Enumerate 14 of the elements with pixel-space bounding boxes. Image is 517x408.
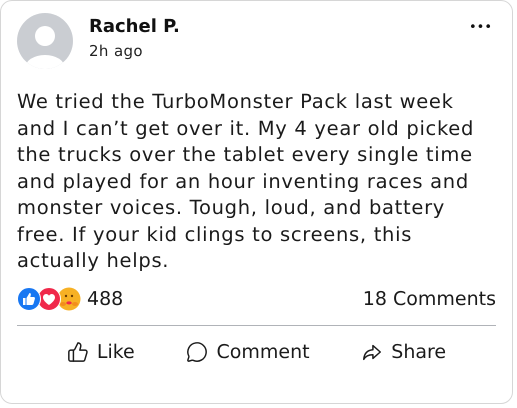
comment-count[interactable]: 18 Comments <box>362 284 496 313</box>
more-button[interactable]: ••• <box>468 21 492 34</box>
post-time: 2h ago <box>89 41 144 62</box>
share-button[interactable]: Share <box>353 334 454 370</box>
reaction-count[interactable]: 488 <box>87 284 124 313</box>
hug-emoji-icon <box>57 286 81 311</box>
like-button[interactable]: Like <box>58 334 143 370</box>
thumbs-up-icon <box>66 341 89 364</box>
heart-reaction-icon <box>37 286 61 311</box>
comment-button[interactable]: Comment <box>178 334 318 370</box>
like-reaction-icon <box>17 286 41 311</box>
author-name[interactable]: Rachel P. <box>89 15 180 39</box>
post-text: We tried the TurboMonster Pack last week and I can’t get over it. My 4 year old picked the trucks over the tablet every single time and played for an hour inventing races and monster voices. Tough, loud, and battery free. If your kid clings to screens, this actually helps. <box>17 89 476 274</box>
speech-bubble-icon <box>186 341 208 364</box>
